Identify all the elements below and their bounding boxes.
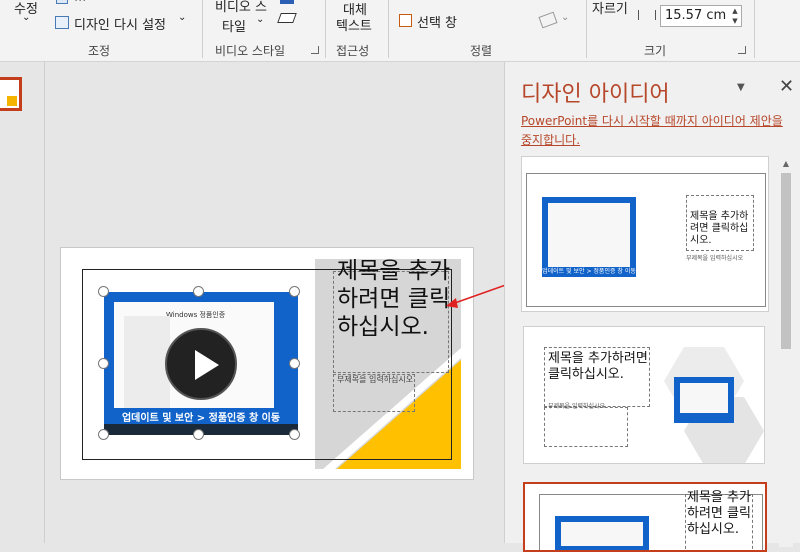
design-idea-1[interactable]: 업데이트 및 보안 > 정품인증 창 이동 제목을 추가하려면 클릭하십시오. … [521,156,769,312]
group-divider [388,0,389,58]
reset-design-button[interactable]: 디자인 다시 설정 [74,14,166,33]
selected-slide-thumbnail[interactable] [0,77,22,111]
clipped-ribbon-button[interactable]: ... [74,0,86,5]
arrange-group-label: 정렬 [470,44,493,58]
stop-suggestions-link[interactable]: PowerPoint를 다시 시작할 때까지 아이디어 제안을 중지합니다. [521,112,791,150]
video-styles-button-line1[interactable]: 비디오 스 [215,0,267,15]
group-divider [754,0,755,58]
adjust-icon[interactable] [56,0,68,4]
video-styles-button-line2[interactable]: 타일 [222,16,246,35]
video-styles-dropdown-arrow[interactable]: ⌄ [256,14,264,25]
design-idea-3[interactable]: 제목을 추가하려면 클릭하십시오. [523,482,767,552]
slide-thumbnail-strip [0,62,45,543]
scroll-up-arrow[interactable]: ▲ [779,157,793,171]
resize-handle[interactable] [193,429,204,440]
rotate-dropdown-arrow[interactable]: ⌄ [561,12,569,23]
size-group-label: 크기 [644,44,667,58]
video-window-title: Windows 정품인증 [166,311,226,319]
adjust-group-label: 조정 [88,44,111,58]
resize-handle[interactable] [98,358,109,369]
eraser-icon[interactable] [277,13,297,23]
ribbon: 수정 ⌄ ... 디자인 다시 설정 ⌄ 조정 비디오 스 타일 ⌄ 비디오 스… [0,0,800,62]
pane-scrollbar[interactable]: ▲ [779,157,793,547]
rotate-icon[interactable] [538,11,558,29]
video-styles-group-label: 비디오 스타일 [215,44,286,58]
group-divider [325,0,326,58]
resize-handle[interactable] [289,286,300,297]
design-ideas-pane: 디자인 아이디어 ▼ ✕ PowerPoint를 다시 시작할 때까지 아이디어… [504,62,800,552]
selection-pane-button[interactable]: 선택 창 [417,12,457,31]
reset-design-dropdown-arrow[interactable]: ⌄ [178,12,186,23]
idea-title: 제목을 추가하려면 클릭하십시오. [690,211,749,246]
video-shape-icon[interactable] [280,0,294,4]
play-icon[interactable] [165,328,237,400]
idea-video-thumbnail [674,377,734,423]
thumbnail-corner [7,96,17,106]
idea-subtitle-box [544,407,628,447]
title-placeholder[interactable]: 제목을 추가하려면 클릭하십시오. [337,257,451,341]
resize-handle[interactable] [98,429,109,440]
resize-handle[interactable] [193,286,204,297]
video-caption: 업데이트 및 보안 > 정품인증 창 이동 [121,413,281,424]
idea-video-thumbnail: 업데이트 및 보안 > 정품인증 창 이동 [542,197,636,277]
accessibility-group-label: 접근성 [336,44,370,58]
video-screenshot-sidebar [124,316,170,408]
edit-dropdown-arrow[interactable]: ⌄ [22,12,30,23]
idea-video-caption: 업데이트 및 보안 > 정품인증 창 이동 [542,268,636,275]
reset-design-icon [55,16,69,29]
subtitle-placeholder[interactable]: 부제목을 입력하십시오 [337,374,415,385]
group-divider [586,0,587,58]
idea-title: 제목을 추가하려면 클릭하십시오. [687,490,751,537]
crop-button[interactable]: 자르기 [592,0,628,17]
idea-subtitle: 부제목을 입력하십시오 [548,403,606,410]
resize-handle[interactable] [98,286,109,297]
pane-title: 디자인 아이디어 [521,82,670,107]
width-spin-down[interactable]: ▼ [729,16,741,27]
alt-text-button-line2[interactable]: 텍스트 [336,15,372,34]
scroll-thumb[interactable] [781,173,791,349]
idea-video-thumbnail [555,516,649,550]
pane-options-dropdown-icon[interactable]: ▼ [737,82,745,93]
idea-title: 제목을 추가하려면 클릭하십시오. [548,351,648,382]
design-idea-2[interactable]: 제목을 추가하려면 클릭하십시오. 부제목을 입력하십시오 [523,326,765,464]
dialog-launcher-icon[interactable] [738,46,746,54]
close-icon[interactable]: ✕ [779,76,794,97]
dialog-launcher-icon[interactable] [311,46,319,54]
slide-canvas[interactable]: Windows 정품인증 업데이트 및 보안 > 정품인증 창 이동 제목을 추… [60,247,474,480]
selection-pane-icon [399,14,412,27]
idea-subtitle: 부제목을 입력하십시오 [686,255,744,262]
width-icon [638,10,656,20]
group-divider [202,0,203,58]
resize-handle[interactable] [289,358,300,369]
resize-handle[interactable] [289,429,300,440]
